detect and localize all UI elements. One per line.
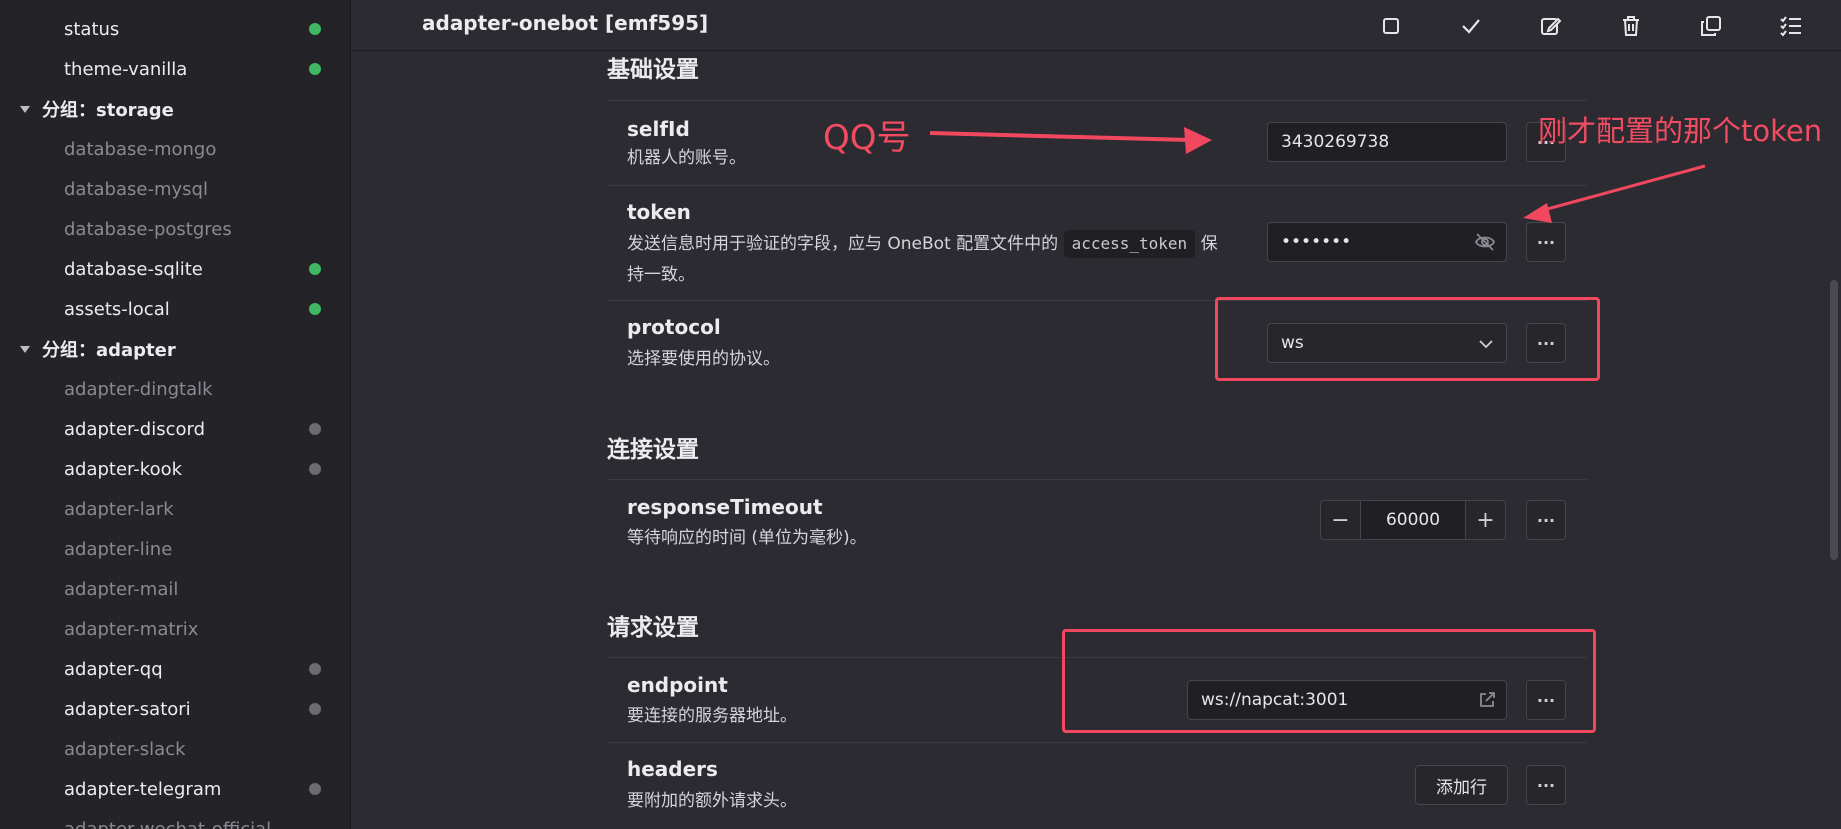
highlight-box-endpoint [1062,629,1596,733]
scrollbar[interactable] [1830,280,1838,560]
highlight-box-protocol [1215,297,1600,381]
